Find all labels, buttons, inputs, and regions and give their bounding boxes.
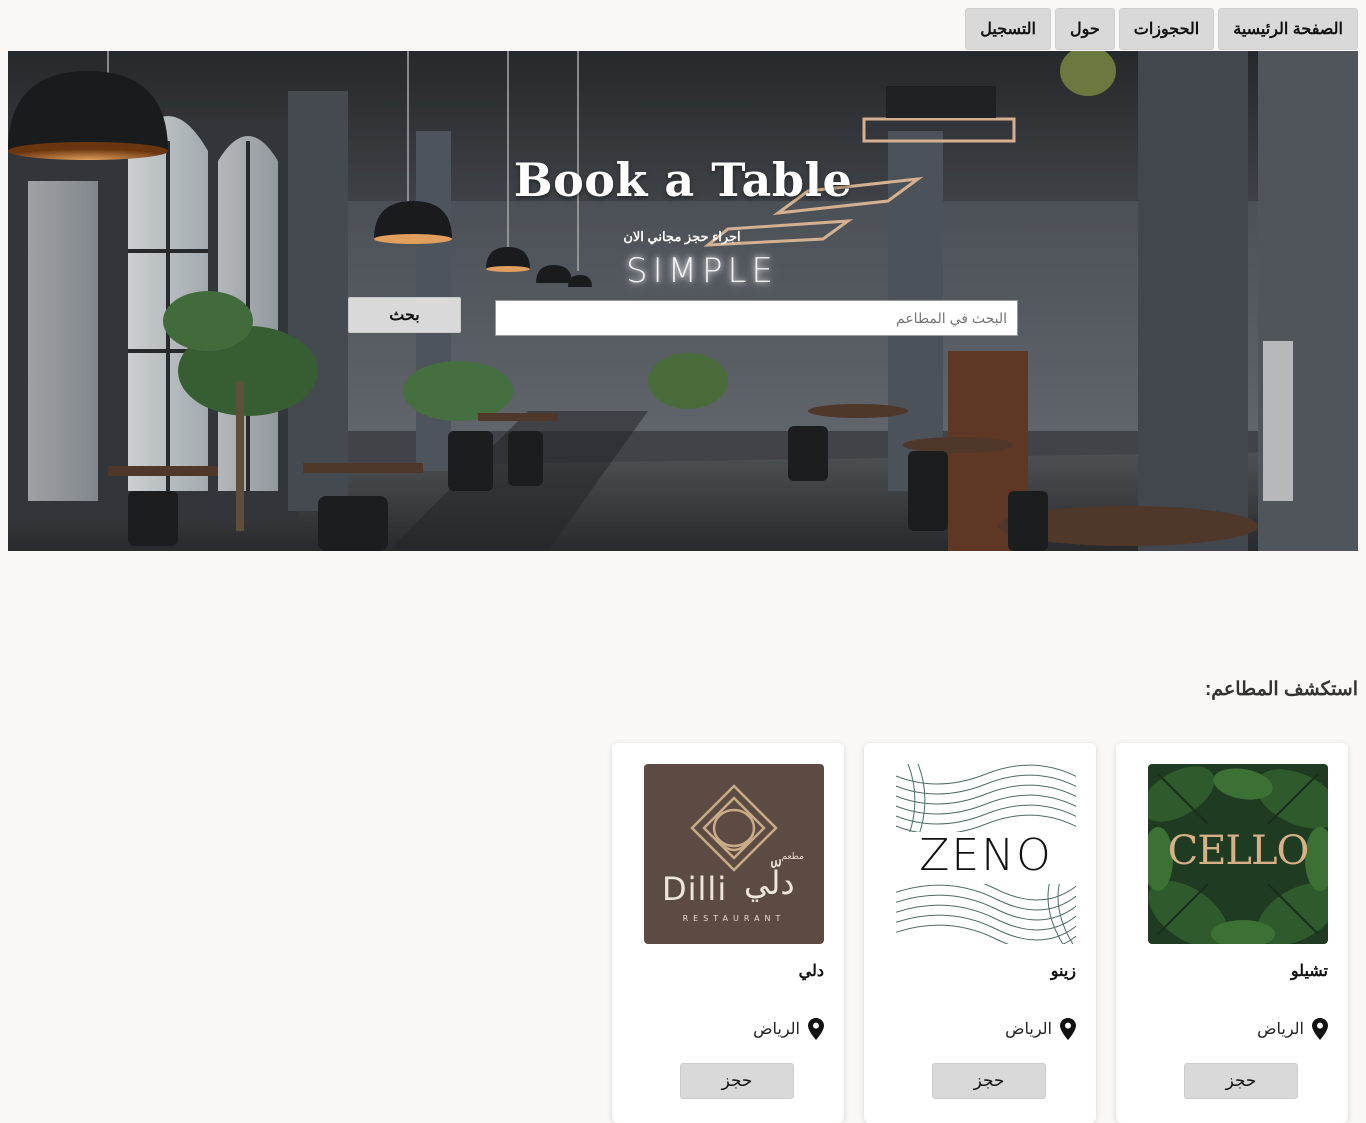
dilli-logo: مطعم Dilli دلّي RESTAURANT bbox=[644, 764, 824, 944]
zeno-logo-text: ZENO bbox=[919, 830, 1053, 881]
restaurant-card-cello[interactable]: CELLO تشيلو الرياض حجز bbox=[1116, 743, 1348, 1123]
nav-home[interactable]: الصفحة الرئيسية bbox=[1218, 8, 1358, 50]
restaurant-cards: CELLO تشيلو الرياض حجز ZENO زينو الرياض … bbox=[612, 743, 1348, 1123]
hero-title: Book a Table bbox=[513, 153, 853, 207]
restaurant-location: الرياض bbox=[1257, 1018, 1328, 1040]
restaurant-city: الرياض bbox=[753, 1021, 800, 1038]
nav-about[interactable]: حول bbox=[1054, 8, 1115, 50]
simple-neon-sign: SIMPLE bbox=[626, 251, 778, 291]
dilli-logo-subtitle: RESTAURANT bbox=[682, 914, 786, 923]
location-pin-icon bbox=[808, 1018, 824, 1040]
hero-subtitle: اجراء حجز مجاني الان bbox=[623, 229, 741, 244]
zeno-logo: ZENO bbox=[896, 764, 1076, 944]
restaurant-card-zeno[interactable]: ZENO زينو الرياض حجز bbox=[864, 743, 1096, 1123]
book-button[interactable]: حجز bbox=[680, 1063, 794, 1099]
restaurant-name: زينو bbox=[1050, 963, 1076, 980]
cello-logo-text: CELLO bbox=[1167, 828, 1310, 874]
book-button[interactable]: حجز bbox=[932, 1063, 1046, 1099]
search-button[interactable]: بحث bbox=[348, 297, 461, 333]
cello-logo: CELLO bbox=[1148, 764, 1328, 944]
dilli-logo-text: Dilli bbox=[662, 870, 728, 908]
section-title: استكشف المطاعم: bbox=[1204, 679, 1358, 700]
nav-bookings[interactable]: الحجوزات bbox=[1118, 8, 1215, 50]
restaurant-location: الرياض bbox=[753, 1018, 824, 1040]
nav-register[interactable]: التسجيل bbox=[965, 8, 1051, 50]
location-pin-icon bbox=[1060, 1018, 1076, 1040]
main-nav: الصفحة الرئيسية الحجوزات حول التسجيل bbox=[965, 8, 1358, 50]
dilli-logo-text-ar: دلّي bbox=[744, 864, 795, 902]
restaurant-city: الرياض bbox=[1257, 1021, 1304, 1038]
restaurant-card-dilli[interactable]: مطعم Dilli دلّي RESTAURANT دلي الرياض حج… bbox=[612, 743, 844, 1123]
hero-banner: Book a Table اجراء حجز مجاني الان SIMPLE… bbox=[8, 51, 1358, 551]
restaurant-city: الرياض bbox=[1005, 1021, 1052, 1038]
restaurant-name: دلي bbox=[798, 963, 824, 980]
restaurant-location: الرياض bbox=[1005, 1018, 1076, 1040]
location-pin-icon bbox=[1312, 1018, 1328, 1040]
dilli-logo-small-ar: مطعم bbox=[781, 852, 804, 862]
restaurant-search-input[interactable] bbox=[495, 300, 1018, 336]
restaurant-name: تشيلو bbox=[1290, 963, 1328, 980]
book-button[interactable]: حجز bbox=[1184, 1063, 1298, 1099]
